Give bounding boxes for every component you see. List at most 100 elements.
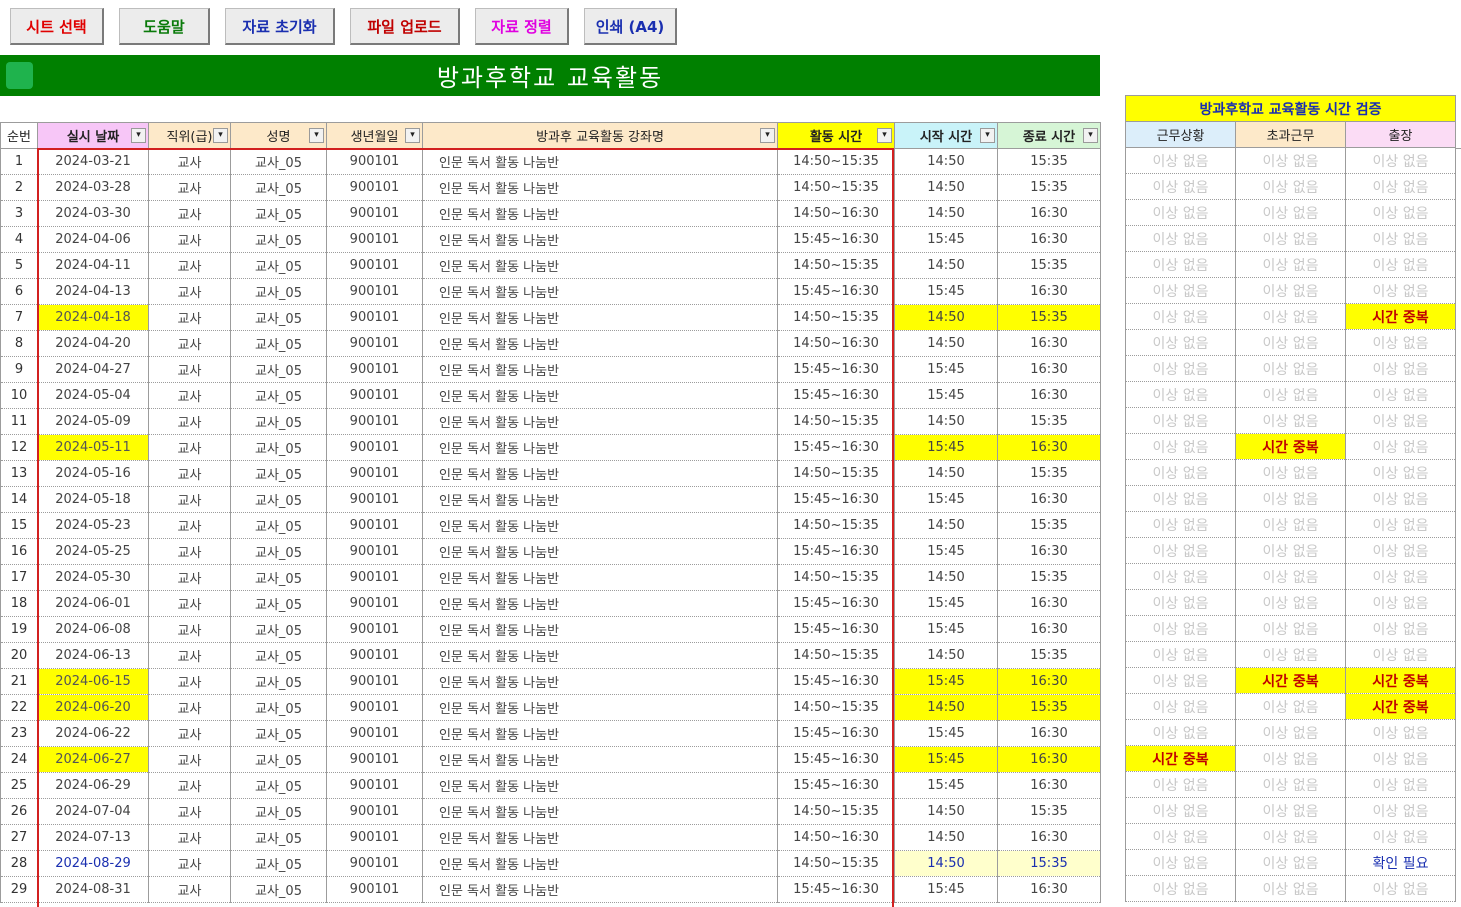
cell-end[interactable]: 15:35 — [997, 252, 1101, 279]
cell-time[interactable]: 15:45~16:30 — [777, 356, 895, 383]
cell-course[interactable]: 인문 독서 활동 나눔반 — [422, 304, 778, 331]
cell-birth[interactable]: 900101 — [326, 304, 423, 331]
cell-no[interactable]: 3 — [0, 200, 38, 227]
table-row[interactable]: 3 2024-03-30 교사 교사_05 900101 인문 독서 활동 나눔반 14:5… — [0, 200, 1101, 227]
cell-start[interactable]: 14:50 — [894, 200, 998, 227]
sheet-select-button[interactable]: 시트 선택 — [10, 8, 104, 45]
cell-no[interactable]: 16 — [0, 538, 38, 565]
cell-name[interactable]: 교사_05 — [230, 252, 327, 279]
table-row[interactable]: 25 2024-06-29 교사 교사_05 900101 인문 독서 활동 나눔반 15:… — [0, 772, 1101, 799]
cell-course[interactable]: 인문 독서 활동 나눔반 — [422, 486, 778, 513]
cell-name[interactable]: 교사_05 — [230, 408, 327, 435]
cell-end[interactable]: 15:35 — [997, 564, 1101, 591]
cell-name[interactable]: 교사_05 — [230, 824, 327, 851]
cell-start[interactable]: 14:50 — [894, 408, 998, 435]
cell-time[interactable]: 15:45~16:30 — [777, 538, 895, 565]
cell-no[interactable]: 6 — [0, 278, 38, 305]
table-row[interactable]: 19 2024-06-08 교사 교사_05 900101 인문 독서 활동 나눔반 15:… — [0, 616, 1101, 643]
cell-end[interactable]: 16:30 — [997, 434, 1101, 461]
cell-time[interactable]: 14:50~16:30 — [777, 824, 895, 851]
cell-start[interactable]: 15:45 — [894, 720, 998, 747]
table-row[interactable]: 28 2024-08-29 교사 교사_05 900101 인문 독서 활동 나눔반 14:… — [0, 850, 1101, 877]
cell-date[interactable]: 2024-05-23 — [37, 512, 149, 539]
cell-date[interactable]: 2024-06-20 — [37, 694, 149, 721]
cell-start[interactable]: 15:45 — [894, 772, 998, 799]
cell-no[interactable]: 9 — [0, 356, 38, 383]
cell-course[interactable]: 인문 독서 활동 나눔반 — [422, 538, 778, 565]
cell-name[interactable]: 교사_05 — [230, 850, 327, 877]
table-row[interactable]: 7 2024-04-18 교사 교사_05 900101 인문 독서 활동 나눔반 14:5… — [0, 304, 1101, 331]
cell-date[interactable]: 2024-06-22 — [37, 720, 149, 747]
table-row[interactable]: 29 2024-08-31 교사 교사_05 900101 인문 독서 활동 나눔반 15:… — [0, 876, 1101, 903]
cell-time[interactable]: 15:45~16:30 — [777, 616, 895, 643]
cell-date[interactable]: 2024-06-15 — [37, 668, 149, 695]
table-row[interactable]: 23 2024-06-22 교사 교사_05 900101 인문 독서 활동 나눔반 15:… — [0, 720, 1101, 747]
cell-name[interactable]: 교사_05 — [230, 460, 327, 487]
cell-course[interactable]: 인문 독서 활동 나눔반 — [422, 278, 778, 305]
cell-start[interactable]: 14:50 — [894, 512, 998, 539]
cell-name[interactable]: 교사_05 — [230, 486, 327, 513]
cell-course[interactable]: 인문 독서 활동 나눔반 — [422, 642, 778, 669]
table-row[interactable]: 15 2024-05-23 교사 교사_05 900101 인문 독서 활동 나눔반 14:… — [0, 512, 1101, 539]
cell-no[interactable]: 8 — [0, 330, 38, 357]
cell-date[interactable]: 2024-07-13 — [37, 824, 149, 851]
cell-no[interactable]: 21 — [0, 668, 38, 695]
cell-date[interactable]: 2024-05-25 — [37, 538, 149, 565]
cell-course[interactable]: 인문 독서 활동 나눔반 — [422, 850, 778, 877]
cell-course[interactable]: 인문 독서 활동 나눔반 — [422, 460, 778, 487]
cell-start[interactable]: 15:45 — [894, 616, 998, 643]
cell-time[interactable]: 14:50~15:35 — [777, 694, 895, 721]
cell-no[interactable]: 28 — [0, 850, 38, 877]
cell-course[interactable]: 인문 독서 활동 나눔반 — [422, 798, 778, 825]
cell-start[interactable]: 14:50 — [894, 564, 998, 591]
cell-birth[interactable]: 900101 — [326, 512, 423, 539]
cell-no[interactable]: 4 — [0, 226, 38, 253]
cell-date[interactable]: 2024-06-27 — [37, 746, 149, 773]
print-a4-button[interactable]: 인쇄 (A4) — [584, 8, 677, 45]
cell-end[interactable]: 16:30 — [997, 486, 1101, 513]
cell-course[interactable]: 인문 독서 활동 나눔반 — [422, 174, 778, 201]
cell-birth[interactable]: 900101 — [326, 174, 423, 201]
cell-birth[interactable]: 900101 — [326, 720, 423, 747]
cell-position[interactable]: 교사 — [148, 798, 231, 825]
cell-time[interactable]: 15:45~16:30 — [777, 720, 895, 747]
cell-date[interactable]: 2024-07-04 — [37, 798, 149, 825]
cell-birth[interactable]: 900101 — [326, 772, 423, 799]
table-row[interactable]: 4 2024-04-06 교사 교사_05 900101 인문 독서 활동 나눔반 15:4… — [0, 226, 1101, 253]
cell-time[interactable]: 14:50~16:30 — [777, 330, 895, 357]
cell-date[interactable]: 2024-03-21 — [37, 148, 149, 175]
cell-date[interactable]: 2024-05-16 — [37, 460, 149, 487]
cell-start[interactable]: 14:50 — [894, 174, 998, 201]
cell-course[interactable]: 인문 독서 활동 나눔반 — [422, 772, 778, 799]
table-row[interactable]: 27 2024-07-13 교사 교사_05 900101 인문 독서 활동 나눔반 14:… — [0, 824, 1101, 851]
cell-start[interactable]: 15:45 — [894, 590, 998, 617]
filter-dropdown-icon[interactable]: ▾ — [309, 128, 324, 143]
table-row[interactable]: 9 2024-04-27 교사 교사_05 900101 인문 독서 활동 나눔반 15:4… — [0, 356, 1101, 383]
cell-start[interactable]: 14:50 — [894, 642, 998, 669]
cell-end[interactable]: 16:30 — [997, 356, 1101, 383]
cell-start[interactable]: 15:45 — [894, 486, 998, 513]
cell-end[interactable]: 15:35 — [997, 642, 1101, 669]
cell-name[interactable]: 교사_05 — [230, 278, 327, 305]
cell-name[interactable]: 교사_05 — [230, 512, 327, 539]
cell-course[interactable]: 인문 독서 활동 나눔반 — [422, 590, 778, 617]
cell-birth[interactable]: 900101 — [326, 876, 423, 903]
cell-date[interactable]: 2024-05-18 — [37, 486, 149, 513]
cell-name[interactable]: 교사_05 — [230, 694, 327, 721]
cell-birth[interactable]: 900101 — [326, 356, 423, 383]
cell-course[interactable]: 인문 독서 활동 나눔반 — [422, 330, 778, 357]
sort-data-button[interactable]: 자료 정렬 — [475, 8, 569, 45]
cell-no[interactable]: 1 — [0, 148, 38, 175]
cell-end[interactable]: 16:30 — [997, 590, 1101, 617]
cell-date[interactable]: 2024-06-01 — [37, 590, 149, 617]
cell-start[interactable]: 15:45 — [894, 746, 998, 773]
cell-birth[interactable]: 900101 — [326, 382, 423, 409]
cell-end[interactable]: 16:30 — [997, 226, 1101, 253]
cell-course[interactable]: 인문 독서 활동 나눔반 — [422, 356, 778, 383]
cell-end[interactable]: 16:30 — [997, 330, 1101, 357]
cell-no[interactable]: 14 — [0, 486, 38, 513]
reset-data-button[interactable]: 자료 초기화 — [225, 8, 335, 45]
cell-course[interactable]: 인문 독서 활동 나눔반 — [422, 382, 778, 409]
cell-time[interactable]: 15:45~16:30 — [777, 434, 895, 461]
filter-dropdown-icon[interactable]: ▾ — [213, 128, 228, 143]
